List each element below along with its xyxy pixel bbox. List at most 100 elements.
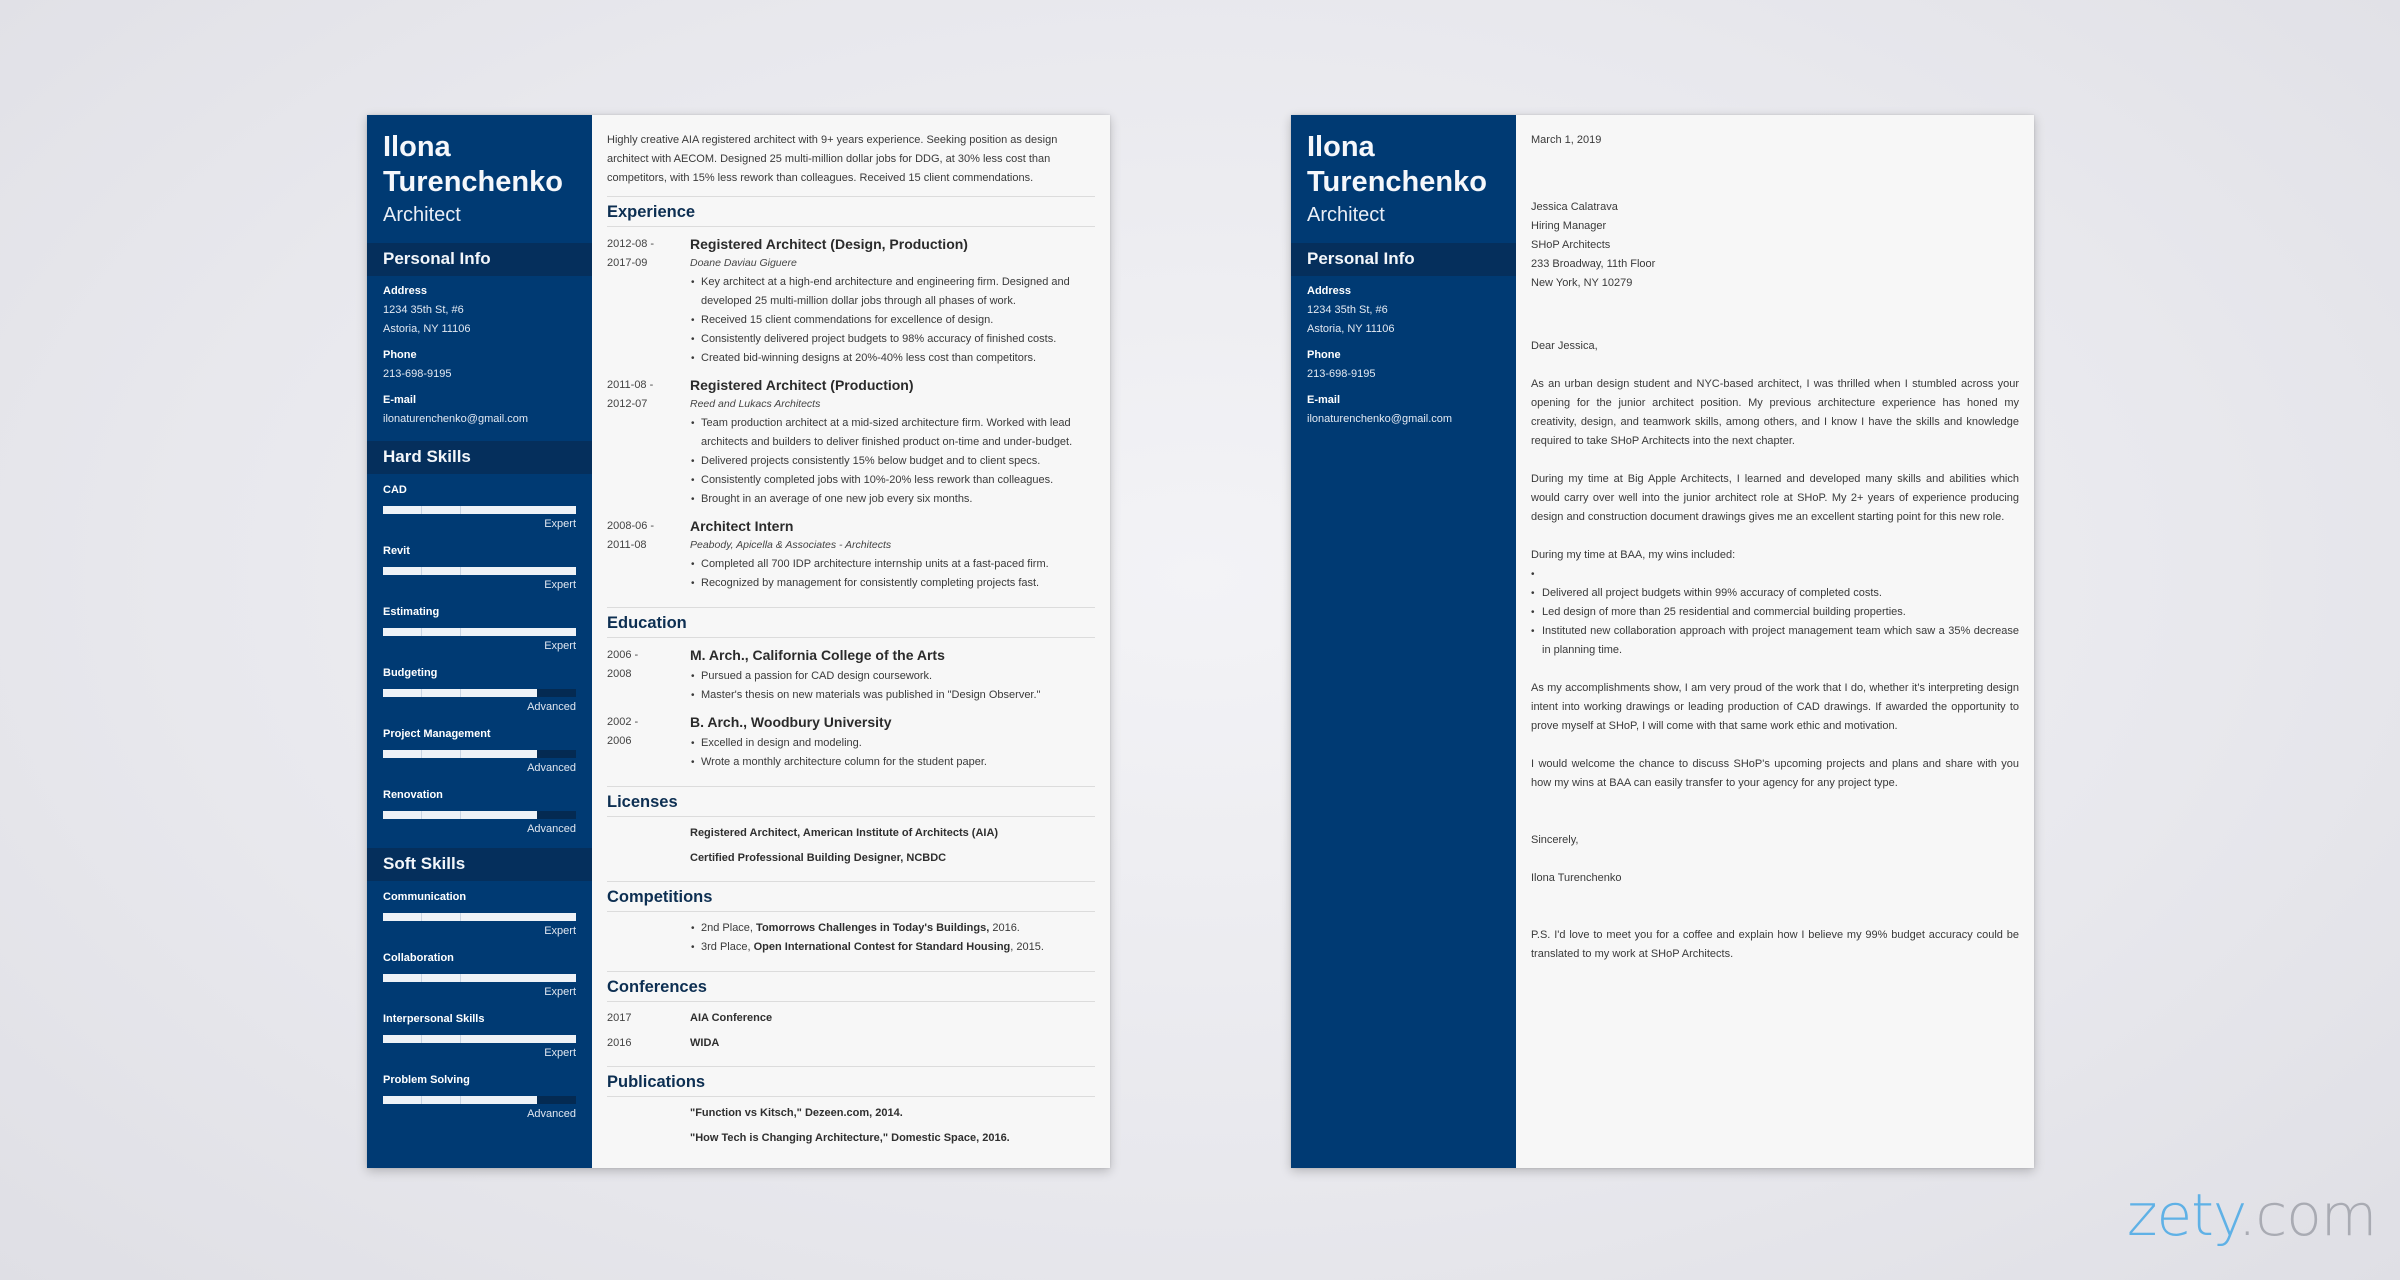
recipient-company: SHoP Architects [1531,239,1611,251]
name-last: Turenchenko [1307,166,1487,198]
hard-skills-list: CAD Expert Revit Expert Estimating Expert Budg… [367,480,592,846]
skill-name: Project Management [383,728,491,740]
conference-item: 2017 AIA Conference [607,1012,773,1024]
letter-address-block: Address 1234 35th St, #6 Astoria, NY 111… [1291,282,1516,346]
candidate-title: Architect [383,204,461,226]
skill-level: Expert [544,518,576,530]
entry-bullet: Team production architect at a mid-sized… [690,414,1095,452]
skill-bar-fill [383,628,576,636]
competition-item: 3rd Place, Open International Contest fo… [690,938,1095,957]
skill-bar [383,567,576,575]
skill-bar-fill [383,811,538,819]
skill-item: Project Management Advanced [367,724,592,785]
entry-dates: 2011-08 - 2012-07 [607,379,654,410]
email-value: ilonaturenchenko@gmail.com [383,413,529,425]
skill-item: Budgeting Advanced [367,663,592,724]
skill-bar-fill [383,1035,576,1043]
address-line1: 1234 35th St, #6 [383,304,464,316]
education-heading: Education [607,607,1095,638]
resume-main: Highly creative AIA registered architect… [592,115,1110,1168]
skill-level: Advanced [527,1108,576,1120]
address-label: Address [1307,285,1352,297]
conferences-section: Conferences 2017 AIA Conference 2016 WIDA [607,971,1095,1060]
recipient-city: New York, NY 10279 [1531,277,1633,289]
entry-bullets: Pursued a passion for CAD design coursew… [690,667,1095,705]
recipient-block: Jessica Calatrava Hiring Manager SHoP Ar… [1531,198,2019,293]
skill-item: Interpersonal Skills Expert [367,1009,592,1070]
entry-company: Peabody, Apicella & Associates - Archite… [690,539,892,551]
competition-item: 2nd Place, Tomorrows Challenges in Today… [690,919,1095,938]
entry-bullet: Master's thesis on new materials was pub… [690,686,1095,705]
entry-bullet: Created bid-winning designs at 20%-40% l… [690,349,1095,368]
skill-bar-fill [383,689,538,697]
wins-intro: During my time at BAA, my wins included: [1531,549,1736,561]
phone-label: Phone [1307,349,1341,361]
candidate-name: Ilona Turenchenko [367,115,592,200]
address-line2: Astoria, NY 11106 [1307,323,1395,335]
phone-value: 213-698-9195 [1307,368,1376,380]
entry-bullet: Excelled in design and modeling. [690,734,1095,753]
soft-skills-heading: Soft Skills [367,848,592,881]
publication-item: "Function vs Kitsch," Dezeen.com, 2014. [690,1107,903,1119]
soft-skills-list: Communication Expert Collaboration Expert In… [367,887,592,1131]
letter-candidate-name: Ilona Turenchenko [1291,115,1516,200]
postscript: P.S. I'd love to meet you for a coffee a… [1531,929,2019,960]
skill-name: Estimating [383,606,440,618]
recipient-street: 233 Broadway, 11th Floor [1531,258,1656,270]
conferences-heading: Conferences [607,971,1095,1002]
letter-personal-info-heading: Personal Info [1291,243,1516,276]
conference-item: 2016 WIDA [607,1037,720,1049]
skill-item: Collaboration Expert [367,948,592,1009]
skill-item: Renovation Advanced [367,785,592,846]
name-last: Turenchenko [383,166,563,198]
entry-title: Registered Architect (Production) [690,377,914,393]
letter-sidebar: Ilona Turenchenko Architect Personal Inf… [1291,115,1516,1168]
skill-name: Communication [383,891,467,903]
education-section: Education 2006 - 2008 M. Arch., Californi… [607,607,1095,780]
skill-bar [383,811,576,819]
greeting: Dear Jessica, [1531,340,1598,352]
wins-list: Delivered all project budgets within 99%… [1531,565,2019,660]
entry-bullets: Excelled in design and modeling.Wrote a … [690,734,1095,772]
licenses-heading: Licenses [607,786,1095,817]
entry-bullet: Completed all 700 IDP architecture inter… [690,555,1095,574]
skill-bar-fill [383,567,576,575]
name-first: Ilona [383,131,451,163]
email-label: E-mail [383,394,417,406]
hard-skills-heading: Hard Skills [367,441,592,474]
entry-bullet: Consistently delivered project budgets t… [690,330,1095,349]
wins-item: Instituted new collaboration approach wi… [1531,622,2019,660]
publications-heading: Publications [607,1066,1095,1097]
closing: Sincerely, [1531,834,1579,846]
letter-email-block: E-mail ilonaturenchenko@gmail.com [1291,391,1516,436]
recipient-title: Hiring Manager [1531,220,1607,232]
entry-bullet: Wrote a monthly architecture column for … [690,753,1095,772]
skill-item: Communication Expert [367,887,592,948]
skill-name: CAD [383,484,407,496]
phone-block: Phone 213-698-9195 [367,346,592,391]
entry-bullet: Brought in an average of one new job eve… [690,490,1095,509]
education-entry: 2002 - 2006 B. Arch., Woodbury University… [607,705,1095,772]
entry-dates: 2008-06 - 2011-08 [607,520,655,551]
cover-letter-page: Ilona Turenchenko Architect Personal Inf… [1291,115,2034,1168]
phone-value: 213-698-9195 [383,368,452,380]
email-value: ilonaturenchenko@gmail.com [1307,413,1453,425]
letter-paragraph-2: During my time at Big Apple Architects, … [1531,473,2019,523]
skill-level: Advanced [527,701,576,713]
logo-zety: zety [2127,1181,2239,1249]
skill-bar-fill [383,913,576,921]
entry-bullet: Delivered projects consistently 15% belo… [690,452,1095,471]
letter-paragraph-4: I would welcome the chance to discuss SH… [1531,758,2019,789]
address-block: Address 1234 35th St, #6 Astoria, NY 111… [367,282,592,346]
resume-page: Ilona Turenchenko Architect Personal Inf… [367,115,1110,1168]
skill-bar [383,913,576,921]
skill-bar-fill [383,506,576,514]
experience-entry: 2008-06 - 2011-08 Architect Intern Peabody… [607,509,1095,593]
address-line2: Astoria, NY 11106 [383,323,471,335]
skill-bar [383,506,576,514]
wins-item: Delivered all project budgets within 99%… [1531,584,2019,603]
entry-bullets: Key architect at a high-end architecture… [690,273,1095,368]
letter-body: March 1, 2019 Jessica Calatrava Hiring M… [1516,115,2034,1168]
skill-level: Expert [544,986,576,998]
wins-item: Led design of more than 25 residential a… [1531,603,2019,622]
